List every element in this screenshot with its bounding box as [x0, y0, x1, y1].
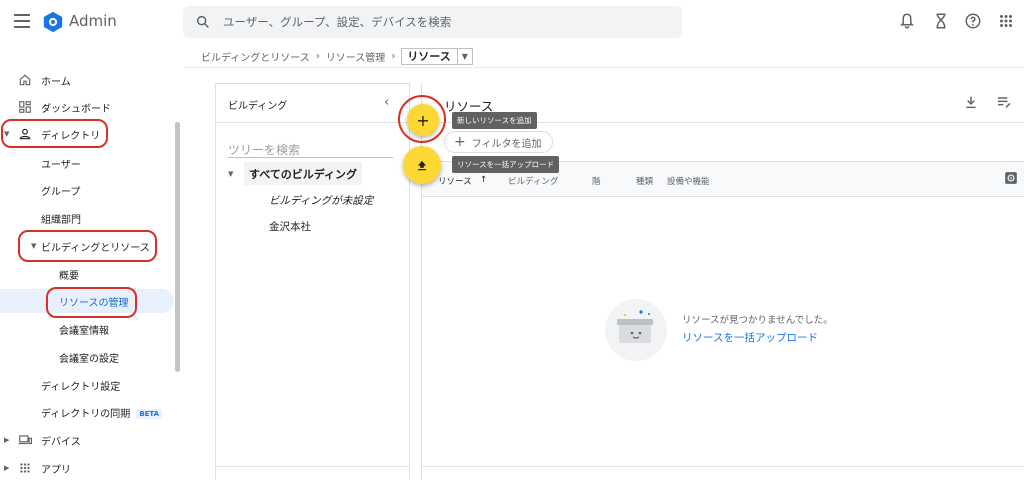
sidebar-item-overview[interactable]: 概要 — [0, 262, 174, 286]
hourglass-icon[interactable] — [932, 12, 950, 30]
sidebar-item-home[interactable]: ホーム — [0, 68, 174, 92]
apps-icon — [20, 463, 30, 473]
tree-title: ビルディング — [228, 101, 288, 112]
sidebar-scrollbar[interactable] — [175, 122, 180, 372]
breadcrumb: ビルディングとリソース › リソース管理 › リソース ▼ — [201, 47, 473, 65]
divider — [421, 466, 1024, 467]
divider — [215, 466, 410, 467]
caret-down-icon: ▼ — [4, 130, 10, 138]
tree-node-building[interactable]: 金沢本社 — [269, 219, 311, 234]
breadcrumb-item-buildings[interactable]: ビルディングとリソース — [201, 49, 310, 64]
dashboard-icon — [19, 101, 31, 113]
breadcrumb-current-select[interactable]: リソース ▼ — [401, 47, 473, 65]
plus-icon: + — [454, 134, 466, 150]
caret-right-icon: ▶ — [4, 436, 10, 444]
sidebar-item-groups[interactable]: グループ — [0, 178, 174, 202]
search-input[interactable]: ユーザー、グループ、設定、デバイスを検索 — [223, 14, 451, 30]
divider — [216, 122, 409, 123]
help-icon[interactable] — [964, 12, 982, 30]
column-header-resource[interactable]: リソース — [438, 175, 472, 187]
tree-node-all-buildings[interactable]: すべてのビルディング — [244, 162, 363, 185]
bulk-upload-button[interactable] — [403, 146, 441, 184]
chevron-right-icon: › — [391, 50, 396, 62]
home-icon — [19, 74, 31, 86]
sidebar-item-room-settings[interactable]: 会議室の設定 — [0, 345, 174, 369]
admin-logo[interactable] — [42, 11, 64, 33]
sidebar-item-directory-settings[interactable]: ディレクトリ設定 — [0, 373, 174, 397]
search-bar[interactable]: ユーザー、グループ、設定、デバイスを検索 — [183, 6, 682, 38]
chevron-left-icon[interactable]: ‹ — [384, 95, 389, 110]
app-name[interactable]: Admin — [69, 12, 117, 30]
column-header-type[interactable]: 種類 — [636, 175, 653, 187]
column-header-features[interactable]: 設備や機能 — [667, 175, 710, 187]
breadcrumb-current: リソース — [407, 50, 451, 63]
person-icon — [19, 128, 31, 140]
beta-badge: BETA — [136, 408, 163, 419]
sidebar-item-directory[interactable]: ▼ ディレクトリ — [0, 122, 174, 146]
download-icon[interactable] — [963, 94, 979, 110]
caret-down-icon: ▼ — [31, 242, 37, 250]
building-tree-panel: ビルディング ‹ ツリーを検索 ▼ すべてのビルディング ビルディングが未設定 … — [215, 83, 410, 480]
header-divider — [184, 67, 1024, 68]
apps-grid-icon[interactable] — [997, 12, 1015, 30]
empty-message: リソースが見つかりませんでした。 — [682, 315, 833, 326]
gear-icon[interactable] — [1004, 171, 1018, 185]
top-bar: Admin ユーザー、グループ、設定、デバイスを検索 — [0, 0, 1024, 44]
add-filter-button[interactable]: + フィルタを追加 — [444, 131, 553, 153]
bulk-upload-link[interactable]: リソースを一括アップロード — [682, 330, 818, 345]
chevron-right-icon: › — [315, 50, 320, 62]
highlight-oval — [398, 95, 446, 143]
devices-icon — [18, 435, 32, 445]
caret-right-icon: ▶ — [4, 464, 10, 472]
bulk-upload-tooltip: リソースを一括アップロード — [452, 156, 560, 173]
upload-icon — [417, 160, 427, 171]
breadcrumb-item-resource-management[interactable]: リソース管理 — [326, 49, 386, 64]
sidebar-item-users[interactable]: ユーザー — [0, 151, 174, 175]
sidebar-item-devices[interactable]: ▶ デバイス — [0, 428, 174, 452]
sort-arrow-icon[interactable]: ↑ — [480, 175, 487, 185]
column-header-floor[interactable]: 階 — [592, 175, 601, 187]
sidebar-item-buildings-resources[interactable]: ▼ ビルディングとリソース — [0, 234, 174, 258]
tree-search-input[interactable]: ツリーを検索 — [228, 141, 393, 158]
manage-columns-icon[interactable] — [996, 94, 1012, 110]
menu-icon[interactable] — [14, 14, 30, 28]
sidebar: ホーム ダッシュボード ▼ ディレクトリ ユーザー グループ 組織部門 ▼ ビル… — [0, 66, 180, 480]
search-icon — [196, 15, 209, 28]
sidebar-item-dashboard[interactable]: ダッシュボード — [0, 95, 174, 119]
tree-node-unassigned[interactable]: ビルディングが未設定 — [269, 193, 373, 208]
resources-panel: リソース + フィルタを追加 リソース ↑ ビルディング 階 種類 設備や機能 … — [421, 83, 1024, 480]
sidebar-item-directory-sync[interactable]: ディレクトリの同期 BETA — [0, 400, 174, 424]
dropdown-arrow-icon: ▼ — [456, 48, 472, 64]
add-resource-tooltip: 新しいリソースを追加 — [452, 112, 537, 129]
sidebar-item-manage-resources[interactable]: リソースの管理 — [0, 289, 174, 313]
empty-box-illustration — [605, 299, 667, 361]
column-header-building[interactable]: ビルディング — [508, 175, 558, 187]
sidebar-item-org-units[interactable]: 組織部門 — [0, 206, 174, 230]
caret-down-icon[interactable]: ▼ — [228, 170, 233, 178]
sidebar-item-apps[interactable]: ▶ アプリ — [0, 456, 174, 480]
sidebar-item-room-info[interactable]: 会議室情報 — [0, 317, 174, 341]
bell-icon[interactable] — [898, 12, 916, 30]
